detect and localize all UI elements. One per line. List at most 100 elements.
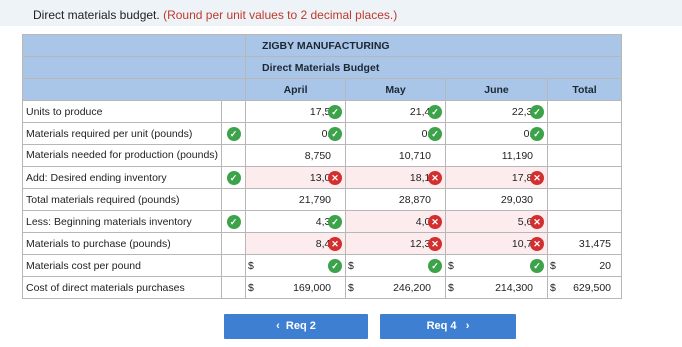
cell-june[interactable]: 29,030: [445, 188, 549, 211]
cell-may[interactable]: $20✓: [345, 254, 447, 277]
prev-req-button[interactable]: ‹ Req 2: [224, 314, 368, 339]
label-status-cell: [221, 188, 247, 211]
cell-value: 21,790: [298, 193, 332, 206]
budget-title: Direct Materials Budget: [245, 56, 623, 79]
error-x-icon: ✕: [328, 236, 343, 251]
cell-value: 11,190: [501, 149, 534, 162]
check-icon: ✓: [530, 104, 545, 119]
check-icon: ✓: [428, 258, 443, 273]
cell-april[interactable]: 8,450✕: [245, 232, 347, 255]
cell-may[interactable]: 21,420 ✓: [345, 100, 447, 123]
check-icon: ✓: [328, 258, 343, 273]
cell-total: [547, 166, 623, 189]
cell-value: 214,300: [495, 281, 534, 294]
table-row: Materials needed for production (pounds)…: [21, 144, 623, 167]
row-label[interactable]: Materials to purchase (pounds): [21, 232, 223, 255]
cell-june[interactable]: 10,715 ✕: [445, 232, 549, 255]
cell-may[interactable]: $246,200: [345, 276, 447, 299]
check-icon: ✓: [428, 126, 443, 141]
cell-april[interactable]: 0.50✓: [245, 122, 347, 145]
cell-total[interactable]: 31,475: [547, 232, 623, 255]
column-header-may: May: [345, 78, 447, 101]
cell-may[interactable]: 12,310 ✕: [345, 232, 447, 255]
error-x-icon: ✕: [328, 170, 343, 185]
row-label[interactable]: Cost of direct materials purchases: [21, 276, 223, 299]
row-label[interactable]: Materials required per unit (pounds): [21, 122, 223, 145]
cell-april[interactable]: 21,790: [245, 188, 347, 211]
label-status-cell: [221, 144, 247, 167]
error-x-icon: ✕: [530, 236, 545, 251]
label-status-cell: ✓: [221, 122, 247, 145]
table-row: Materials required per unit (pounds)✓0.5…: [21, 122, 623, 145]
cell-april[interactable]: 13,040 ✕: [245, 166, 347, 189]
currency-symbol: $: [550, 282, 556, 294]
error-x-icon: ✕: [428, 170, 443, 185]
cell-may[interactable]: 10,710: [345, 144, 447, 167]
cell-april[interactable]: $20✓: [245, 254, 347, 277]
label-status-cell: [221, 276, 247, 299]
cell-value: 10,710: [398, 149, 432, 162]
table-row: Units to produce 17,500 ✓ 21,420 ✓ 22,380 ✓: [21, 100, 623, 123]
cell-june[interactable]: $20✓: [445, 254, 549, 277]
row-label[interactable]: Total materials required (pounds): [21, 188, 223, 211]
table-row: Materials to purchase (pounds) 8,450✕12,3…: [21, 232, 623, 255]
row-label[interactable]: Units to produce: [21, 100, 223, 123]
label-status-cell: ✓: [221, 210, 247, 233]
error-x-icon: ✕: [530, 214, 545, 229]
cell-may[interactable]: 4,075✕: [345, 210, 447, 233]
cell-june[interactable]: 5,675✕: [445, 210, 549, 233]
column-header-row: April May June Total: [21, 78, 623, 101]
cell-total[interactable]: $20: [547, 254, 623, 277]
row-label[interactable]: Less: Beginning materials inventory: [21, 210, 223, 233]
cell-june[interactable]: 22,380 ✓: [445, 100, 549, 123]
table-row: Less: Beginning materials inventory✓ 4,37…: [21, 210, 623, 233]
currency-symbol: $: [248, 282, 254, 294]
cell-total: [547, 144, 623, 167]
cell-value: 29,030: [500, 193, 534, 206]
cell-may[interactable]: 28,870: [345, 188, 447, 211]
table-row: Materials cost per pound$20✓$20✓$20✓$20: [21, 254, 623, 277]
currency-symbol: $: [248, 260, 254, 272]
chevron-right-icon: ›: [465, 320, 470, 332]
instruction-text: Direct materials budget. (Round per unit…: [33, 8, 397, 22]
currency-symbol: $: [348, 260, 354, 272]
instruction-bar: Direct materials budget. (Round per unit…: [0, 0, 682, 26]
cell-june[interactable]: 17,840 ✕: [445, 166, 549, 189]
row-label[interactable]: Materials needed for production (pounds): [21, 144, 223, 167]
check-icon: ✓: [226, 126, 241, 141]
table-row: Add: Desired ending inventory ✓ 13,040 ✕ 18,…: [21, 166, 623, 189]
cell-value: 246,200: [393, 281, 432, 294]
cell-total[interactable]: $629,500: [547, 276, 623, 299]
cell-value: 169,000: [293, 281, 332, 294]
currency-symbol: $: [348, 282, 354, 294]
cell-april[interactable]: 17,500 ✓: [245, 100, 347, 123]
check-icon: ✓: [226, 170, 241, 185]
row-label[interactable]: Materials cost per pound: [21, 254, 223, 277]
next-req-button[interactable]: Req 4 ›: [380, 314, 516, 339]
check-icon: ✓: [328, 104, 343, 119]
direct-materials-budget-table: ZIGBY MANUFACTURING Direct Materials Bud…: [21, 34, 623, 299]
column-header-april: April: [245, 78, 347, 101]
cell-june[interactable]: $214,300: [445, 276, 549, 299]
label-status-cell: [221, 232, 247, 255]
error-x-icon: ✕: [530, 170, 545, 185]
column-header-june: June: [445, 78, 549, 101]
cell-june[interactable]: 11,190: [445, 144, 549, 167]
check-icon: ✓: [226, 214, 241, 229]
check-icon: ✓: [328, 126, 343, 141]
cell-may[interactable]: 0.50✓: [345, 122, 447, 145]
cell-value: 28,870: [398, 193, 432, 206]
cell-april[interactable]: 4,375✓: [245, 210, 347, 233]
currency-symbol: $: [448, 282, 454, 294]
table-row: Cost of direct materials purchases $169,0…: [21, 276, 623, 299]
company-name: ZIGBY MANUFACTURING: [245, 34, 623, 57]
next-req-label: Req 4: [426, 320, 457, 332]
label-status-cell: [221, 254, 247, 277]
cell-june[interactable]: 0.50✓: [445, 122, 549, 145]
error-x-icon: ✕: [428, 214, 443, 229]
currency-symbol: $: [550, 260, 556, 272]
row-label[interactable]: Add: Desired ending inventory: [21, 166, 223, 189]
cell-may[interactable]: 18,160 ✕: [345, 166, 447, 189]
cell-april[interactable]: $169,000: [245, 276, 347, 299]
cell-april[interactable]: 8,750: [245, 144, 347, 167]
